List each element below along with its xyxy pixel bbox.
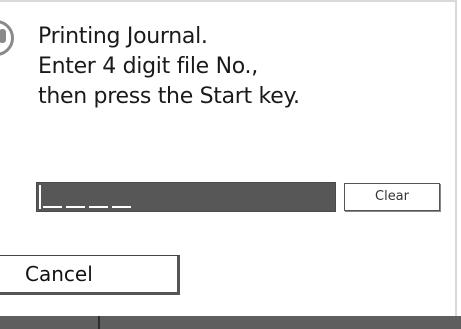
digit-slot (43, 206, 62, 208)
instruction-message: Printing Journal. Enter 4 digit file No.… (38, 22, 438, 112)
digit-slot (66, 206, 85, 208)
text-cursor (39, 185, 41, 209)
file-number-input[interactable] (36, 182, 336, 212)
digit-slots (43, 206, 131, 208)
cancel-button[interactable]: Cancel (0, 255, 180, 295)
message-line-1: Printing Journal. (38, 24, 208, 49)
cancel-button-label: Cancel (25, 262, 93, 286)
digit-slot (89, 206, 108, 208)
printer-panel-screen: Printing Journal. Enter 4 digit file No.… (0, 0, 461, 329)
bottom-bar-divider (98, 316, 100, 329)
bottom-status-bar (0, 316, 461, 329)
message-line-2: Enter 4 digit file No., (38, 54, 258, 79)
message-line-3: then press the Start key. (38, 84, 300, 109)
dialog-panel: Printing Journal. Enter 4 digit file No.… (0, 0, 457, 316)
digit-slot (112, 206, 131, 208)
info-icon (0, 20, 14, 56)
clear-button[interactable]: Clear (344, 183, 440, 211)
